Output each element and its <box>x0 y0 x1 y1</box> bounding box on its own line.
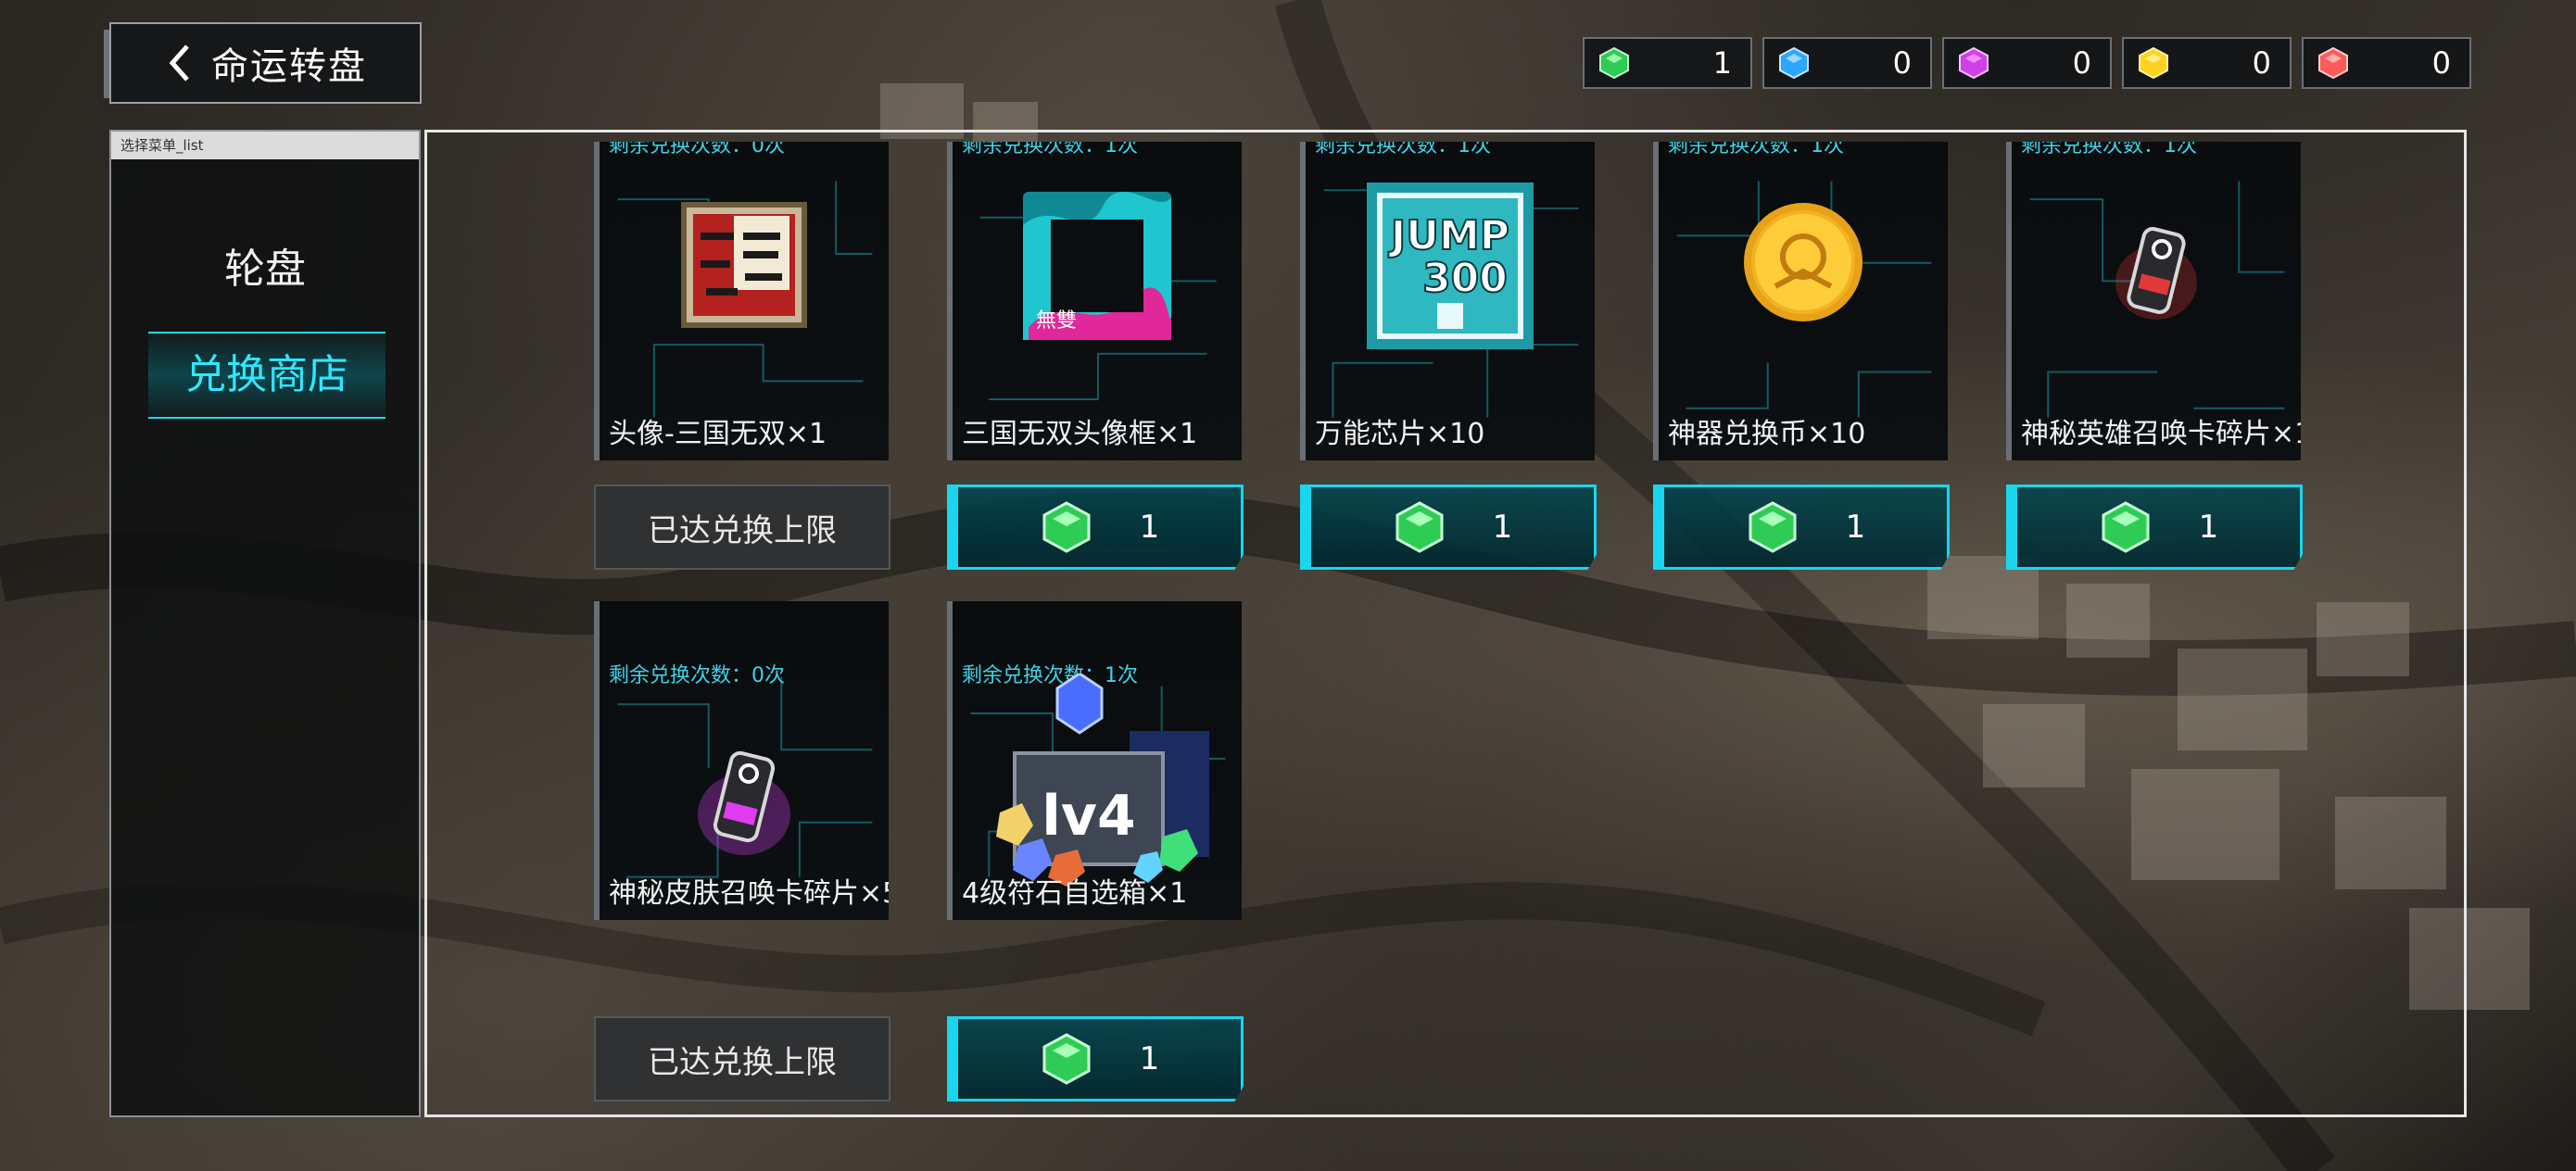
remaining-count: 剩余兑换次数：1次 <box>1315 142 1491 157</box>
shop-item-card[interactable]: 剩余兑换次数：1次 無雙 三国无双头像框×1 <box>947 142 1242 460</box>
currency-amount: 0 <box>2072 45 2091 81</box>
shop-item-card[interactable]: 剩余兑换次数：1次 神器兑换币×10 <box>1653 142 1948 460</box>
item-name: 三国无双头像框×1 <box>962 418 1198 450</box>
page-title: 命运转盘 <box>211 45 367 88</box>
back-button[interactable]: 命运转盘 <box>104 22 422 104</box>
exchange-cost: 1 <box>2198 509 2219 546</box>
green-gem-icon <box>2102 501 2150 553</box>
avatar-frame-icon: 無雙 <box>1023 191 1171 340</box>
side-menu: 选择菜单_list 轮盘 兑换商店 <box>109 130 421 1117</box>
remaining-count: 剩余兑换次数：1次 <box>1668 142 1844 157</box>
menu-tag: 选择菜单_list <box>111 132 419 159</box>
currency-amount: 1 <box>1712 45 1732 81</box>
rune-box-level-text: lv4 <box>1042 784 1135 849</box>
exchange-button[interactable]: 1 <box>2006 485 2303 570</box>
green-gem-icon <box>1042 501 1091 553</box>
remaining-count: 剩余兑换次数：1次 <box>2021 142 2197 157</box>
remaining-count: 剩余兑换次数：0次 <box>609 142 785 157</box>
exchange-limit-button[interactable]: 已达兑换上限 <box>594 485 890 570</box>
chip-text-300: 300 <box>1422 255 1508 302</box>
rune-box-icon: lv4 <box>996 674 1209 887</box>
exchange-cost: 1 <box>1845 509 1866 546</box>
green-gem-icon <box>1749 501 1797 553</box>
shop-item-card[interactable]: 剩余兑换次数：1次 JUMP 300 万能芯片×10 <box>1300 142 1595 460</box>
shop-item-card[interactable]: 剩余兑换次数：1次 lv4 4级符石自选箱×1 <box>947 601 1242 920</box>
exchange-button[interactable]: 1 <box>1653 485 1950 570</box>
green-gem-icon <box>1599 46 1629 80</box>
exchange-cost: 1 <box>1492 509 1513 546</box>
red-gem-icon <box>2318 46 2348 80</box>
menu-item-exchange-shop[interactable]: 兑换商店 <box>148 332 385 419</box>
exchange-button[interactable]: 1 <box>947 1016 1244 1102</box>
green-gem-icon <box>1042 1033 1091 1085</box>
sanguo-avatar-icon <box>681 202 807 328</box>
shop-item-card[interactable]: 剩余兑换次数：0次 神秘皮肤召唤卡碎片×5 <box>594 601 889 920</box>
currency-amount: 0 <box>1892 45 1912 81</box>
yellow-gem-icon <box>2139 46 2168 80</box>
currency-red: 0 <box>2302 37 2471 89</box>
blue-gem-icon <box>1779 46 1809 80</box>
currency-green: 1 <box>1583 37 1752 89</box>
item-name: 4级符石自选箱×1 <box>962 877 1188 910</box>
currency-yellow: 0 <box>2122 37 2292 89</box>
item-name: 头像-三国无双×1 <box>609 418 827 450</box>
chip-text-jump: JUMP <box>1388 212 1509 259</box>
item-name: 万能芯片×10 <box>1315 418 1485 450</box>
exchange-limit-button[interactable]: 已达兑换上限 <box>594 1016 890 1102</box>
svg-text:無雙: 無雙 <box>1036 309 1077 333</box>
remaining-count: 剩余兑换次数：1次 <box>962 142 1138 157</box>
currency-purple: 0 <box>1942 37 2112 89</box>
skin-card-fragment-icon <box>698 750 790 855</box>
hero-card-fragment-icon <box>2115 227 2197 320</box>
shop-item-card[interactable]: 剩余兑换次数：0次 头像-三国无双×1 <box>594 142 889 460</box>
currency-blue: 0 <box>1762 37 1932 89</box>
menu-item-wheel[interactable]: 轮盘 <box>111 235 419 295</box>
item-name: 神器兑换币×10 <box>1668 418 1866 450</box>
jump300-chip-icon: JUMP 300 <box>1367 183 1534 349</box>
exchange-cost: 1 <box>1139 509 1160 546</box>
purple-gem-icon <box>1959 46 1989 80</box>
exchange-button[interactable]: 1 <box>947 485 1244 570</box>
green-gem-icon <box>1395 501 1444 553</box>
exchange-cost: 1 <box>1139 1040 1160 1077</box>
currency-amount: 0 <box>2252 45 2271 81</box>
item-name: 神秘英雄召唤卡碎片×10 <box>2021 418 2301 450</box>
exchange-button[interactable]: 1 <box>1300 485 1597 570</box>
exchange-shop-panel: 剩余兑换次数：0次 头像-三国无双×1 已达兑换上限 剩余兑换次数：1次 無雙 … <box>424 130 2467 1117</box>
currency-amount: 0 <box>2431 45 2451 81</box>
shop-item-card[interactable]: 剩余兑换次数：1次 神秘英雄召唤卡碎片×10 <box>2006 142 2301 460</box>
gold-coin-icon <box>1744 203 1863 321</box>
item-name: 神秘皮肤召唤卡碎片×5 <box>609 877 889 910</box>
remaining-count: 剩余兑换次数：0次 <box>609 664 785 687</box>
back-chevron-icon <box>169 44 189 82</box>
